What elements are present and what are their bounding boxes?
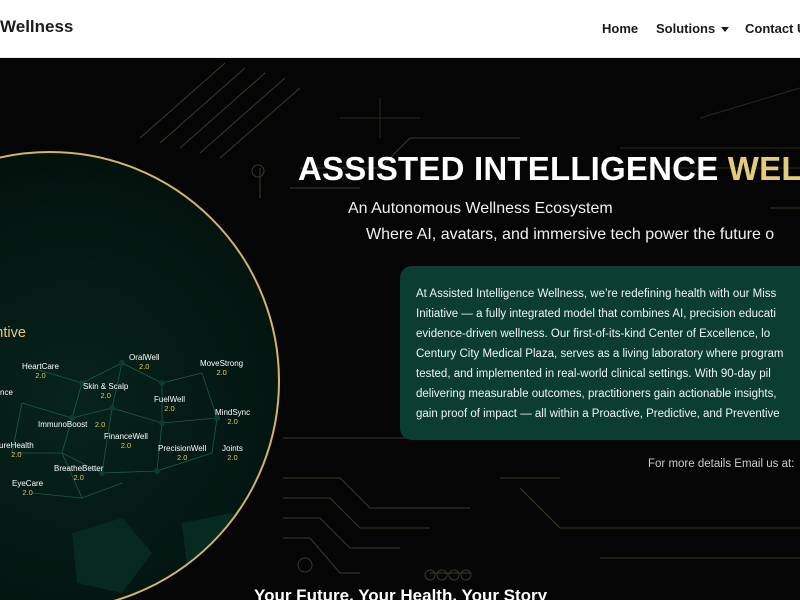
node-oralwell-label: OralWell [129, 353, 160, 362]
node-urehealth: ureHealth 2.0 [0, 441, 34, 459]
info-line: evidence-driven wellness. Our first-of-i… [416, 328, 771, 340]
node-breathebetter-version: 2.0 [73, 473, 84, 482]
node-fuelwell: FuelWell 2.0 [154, 395, 185, 413]
hero-section: oactive, Predictive & Preventive HeartCa… [0, 58, 800, 600]
node-skin-scalp-version: 2.0 [100, 391, 111, 400]
node-movestrong-label: MoveStrong [200, 359, 244, 368]
brand-logo-text[interactable]: Wellness [0, 17, 73, 37]
node-eyecare: EyeCare 2.0 [12, 479, 43, 497]
node-breathebetter: BreatheBetter 2.0 [54, 464, 103, 482]
node-heartcare-label: HeartCare [22, 362, 59, 371]
node-skin-scalp: Skin & Scalp 2.0 [83, 382, 128, 400]
node-fuelwell-label: FuelWell [154, 395, 185, 404]
node-urehealth-version: 2.0 [11, 450, 22, 459]
info-line: At Assisted Intelligence Wellness, we’re… [416, 288, 777, 300]
node-nce: nce [0, 388, 13, 397]
node-financewell-version: 2.0 [120, 441, 132, 450]
hero-title-accent: WELL [727, 150, 800, 187]
node-mindsync-label: MindSync [215, 408, 251, 417]
node-heartcare-version: 2.0 [35, 371, 46, 380]
node-movestrong: MoveStrong 2.0 [200, 359, 243, 377]
email-contact-note: For more details Email us at: [648, 458, 795, 470]
hero-tagline-1: An Autonomous Wellness Ecosystem [348, 200, 613, 217]
node-joints-version: 2.0 [227, 453, 238, 462]
node-movestrong-version: 2.0 [216, 368, 227, 377]
node-joints: Joints 2.0 [222, 444, 243, 462]
node-precisionwell-label: PrecisionWell [158, 444, 207, 453]
node-immunoboost-version: 2.0 [94, 420, 106, 429]
node-immunoboost: ImmunoBoost 2.0 [38, 414, 105, 432]
node-mindsync-version: 2.0 [227, 417, 238, 426]
node-heartcare: HeartCare 2.0 [22, 362, 59, 380]
chevron-down-icon [721, 26, 730, 32]
nav-contact[interactable]: Contact U [745, 21, 800, 36]
section-heading-your-future: Your Future. Your Health. Your Story [254, 586, 548, 600]
node-breathebetter-label: BreatheBetter [54, 464, 104, 473]
node-joints-label: Joints [222, 444, 243, 453]
node-nce-label: nce [0, 388, 13, 397]
node-fuelwell-version: 2.0 [164, 404, 175, 413]
nav-solutions[interactable]: Solutions [656, 21, 730, 36]
info-line: gain proof of impact — all within a Proa… [416, 408, 780, 420]
nav-home[interactable]: Home [602, 21, 638, 36]
wellness-circle-graphic: oactive, Predictive & Preventive HeartCa… [0, 151, 280, 600]
node-precisionwell: PrecisionWell 2.0 [158, 444, 206, 462]
site-header: Wellness Home Solutions Contact U [0, 0, 800, 58]
node-financewell-label: FinanceWell [104, 432, 148, 441]
node-oralwell: OralWell 2.0 [129, 353, 160, 371]
node-precisionwell-version: 2.0 [176, 453, 188, 462]
node-mindsync: MindSync 2.0 [215, 408, 250, 426]
node-eyecare-version: 2.0 [22, 488, 33, 497]
info-line: Century City Medical Plaza, serves as a … [416, 348, 784, 360]
info-line: delivering measurable outcomes, practiti… [416, 388, 777, 400]
hero-title-main: ASSISTED INTELLIGENCE [298, 150, 728, 187]
node-financewell: FinanceWell 2.0 [104, 432, 148, 450]
node-eyecare-label: EyeCare [12, 479, 44, 488]
circle-heading: oactive, Predictive & Preventive [0, 325, 26, 341]
hero-title: ASSISTED INTELLIGENCE WELL [298, 150, 800, 188]
node-oralwell-version: 2.0 [139, 362, 150, 371]
mission-info-card: At Assisted Intelligence Wellness, we’re… [400, 266, 800, 440]
hero-tagline-2: Where AI, avatars, and immersive tech po… [366, 226, 775, 243]
info-line: tested, and implemented in real-world cl… [416, 368, 771, 380]
node-immunoboost-label: ImmunoBoost [38, 420, 88, 429]
node-urehealth-label: ureHealth [0, 441, 34, 450]
info-line: Initiative — a fully integrated model th… [416, 308, 776, 320]
node-skin-scalp-label: Skin & Scalp [83, 382, 129, 391]
nav-solutions-label: Solutions [656, 21, 716, 36]
